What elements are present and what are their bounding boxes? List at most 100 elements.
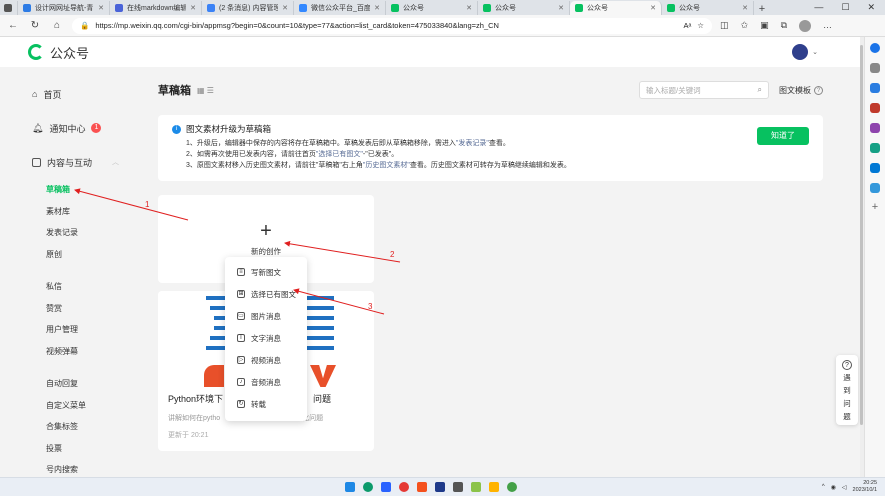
account-menu[interactable]: ⌄ — [792, 44, 818, 60]
browser-tab[interactable]: 在线markdown编辑 ✕ — [110, 1, 202, 15]
person-icon[interactable] — [870, 123, 880, 133]
history-material-link[interactable]: "历史图文素材" — [363, 162, 410, 169]
refresh-icon[interactable]: ↻ — [28, 20, 42, 31]
menu-item[interactable]: T 文字消息 — [225, 327, 307, 349]
view-toggle[interactable]: ▦ ☰ — [197, 86, 214, 95]
clock[interactable]: 20:25 2023/10/1 — [853, 480, 877, 494]
outlook-icon[interactable] — [870, 163, 880, 173]
add-icon[interactable]: + — [870, 202, 880, 213]
app-icon[interactable] — [435, 482, 445, 492]
publish-record-link[interactable]: "发表记录" — [456, 140, 489, 147]
close-tab-icon[interactable]: ✕ — [374, 4, 380, 12]
app-icon[interactable] — [399, 482, 409, 492]
sidebar-subitem[interactable]: 赞赏 — [0, 298, 150, 320]
maximize-icon[interactable]: ☐ — [841, 2, 849, 13]
sidebar-subitem[interactable]: 视频弹幕 — [0, 341, 150, 363]
browser-tab[interactable]: 公众号 ✕ — [478, 1, 570, 15]
browser-tab[interactable]: 微信公众平台_百度 ✕ — [294, 1, 386, 15]
more-icon[interactable]: … — [823, 20, 832, 32]
browser-tab[interactable]: 设计网网址导航-青 ✕ — [18, 1, 110, 15]
got-it-button[interactable]: 知道了 — [757, 127, 809, 145]
extensions-icon[interactable]: ⧉ — [781, 20, 787, 32]
chevron-up-icon[interactable]: ^ — [822, 484, 825, 490]
back-icon[interactable]: ← — [6, 20, 20, 31]
cover-orange-shape — [310, 365, 336, 387]
browser-tab[interactable]: 公众号 ✕ — [662, 1, 754, 15]
sidebar-subitem[interactable]: 发表记录 — [0, 222, 150, 244]
profile-avatar[interactable] — [799, 19, 812, 32]
sidebar-item-home[interactable]: ⌂ 首页 — [0, 77, 150, 111]
bing-chat-icon[interactable] — [870, 43, 880, 53]
close-tab-icon[interactable]: ✕ — [190, 4, 196, 12]
wechat-icon[interactable] — [507, 482, 517, 492]
app-icon[interactable] — [453, 482, 463, 492]
sidebar-subitem[interactable]: 合集标签 — [0, 416, 150, 438]
close-icon[interactable]: ✕ — [867, 2, 875, 13]
account-avatar[interactable] — [792, 44, 809, 60]
minimize-icon[interactable]: — — [814, 2, 823, 13]
sidebar-subitem[interactable]: 私信 — [0, 276, 150, 298]
menu-item[interactable]: ≡ 写新图文 — [225, 261, 307, 283]
start-icon[interactable] — [345, 482, 355, 492]
search-input[interactable]: 输入标题/关键词 ⌕ — [639, 81, 769, 99]
menu-item[interactable]: ▷ 视频消息 — [225, 349, 307, 371]
search-icon[interactable] — [870, 63, 880, 73]
logo[interactable]: 公众号 — [28, 43, 89, 62]
sidebar-subitem[interactable]: 素材库 — [0, 201, 150, 223]
favorite-star-icon[interactable]: ☆ — [697, 21, 704, 30]
sidebar-subitem[interactable]: 原创 — [0, 244, 150, 266]
browser-tab[interactable] — [0, 1, 18, 15]
close-tab-icon[interactable]: ✕ — [650, 4, 656, 12]
sidebar-subitem[interactable]: 草稿箱 — [0, 179, 150, 201]
menu-item[interactable]: ♪ 音频消息 — [225, 371, 307, 393]
sidebar-subitem[interactable]: 用户管理 — [0, 319, 150, 341]
chevron-up-icon[interactable]: ︿ — [112, 157, 119, 167]
home-icon[interactable]: ⌂ — [50, 20, 64, 31]
scrollbar-thumb[interactable] — [860, 45, 863, 425]
wechat-mp-page: 公众号 ⌄ ⌂ 首页 🔔︎ 通知中心 1 内容与互动 ︿ 草稿箱 素材库 发表记录原… — [0, 37, 860, 477]
menu-item[interactable]: ↻ 转载 — [225, 393, 307, 415]
url-text[interactable]: https://mp.weixin.qq.com/cgi-bin/appmsg?… — [95, 21, 677, 30]
new-tab-button[interactable]: + — [754, 3, 770, 15]
collections-icon[interactable]: ▣ — [760, 20, 769, 32]
tag-icon[interactable] — [870, 83, 880, 93]
grid-view-icon[interactable]: ▦ — [197, 86, 205, 95]
sidebar-item-content[interactable]: 内容与互动 ︿ — [0, 145, 150, 179]
volume-icon[interactable]: ◁ — [842, 484, 847, 491]
close-tab-icon[interactable]: ✕ — [98, 4, 104, 12]
close-tab-icon[interactable]: ✕ — [282, 4, 288, 12]
url-field[interactable]: 🔒 https://mp.weixin.qq.com/cgi-bin/appms… — [72, 17, 712, 34]
help-float-button[interactable]: ? 遇 到 问 题 — [836, 355, 858, 425]
network-icon[interactable]: ◉ — [831, 484, 836, 491]
close-tab-icon[interactable]: ✕ — [742, 4, 748, 12]
plus-icon[interactable]: + — [260, 221, 272, 241]
send-icon[interactable] — [870, 183, 880, 193]
read-aloud-icon[interactable]: Aᵃ — [683, 21, 691, 30]
browser-tab[interactable]: 公众号 ✕ — [570, 1, 662, 15]
sidebar-subitem[interactable]: 自动回复 — [0, 373, 150, 395]
close-tab-icon[interactable]: ✕ — [558, 4, 564, 12]
list-view-icon[interactable]: ☰ — [207, 86, 214, 95]
split-screen-icon[interactable]: ◫ — [720, 20, 729, 32]
menu-item[interactable]: ⊞ 选择已有图文 — [225, 283, 307, 305]
folder-icon[interactable] — [489, 482, 499, 492]
edge-icon[interactable] — [363, 482, 373, 492]
select-existing-link[interactable]: "选择已有图文" — [316, 151, 363, 158]
games-icon[interactable] — [870, 143, 880, 153]
toolbox-icon[interactable] — [870, 103, 880, 113]
menu-item[interactable]: ▭ 图片消息 — [225, 305, 307, 327]
close-tab-icon[interactable]: ✕ — [466, 4, 472, 12]
app-icon[interactable] — [417, 482, 427, 492]
search-icon[interactable]: ⌕ — [758, 85, 762, 95]
sidebar-subitem[interactable]: 自定义菜单 — [0, 395, 150, 417]
tab-actions-icon[interactable] — [4, 4, 12, 12]
favorites-icon[interactable]: ✩ — [741, 20, 749, 32]
help-icon[interactable]: ? — [814, 85, 823, 95]
browser-tab[interactable]: 公众号 ✕ — [386, 1, 478, 15]
app-icon[interactable] — [381, 482, 391, 492]
template-link[interactable]: 图文模板 ? — [779, 85, 823, 96]
app-icon[interactable] — [471, 482, 481, 492]
sidebar-item-notifications[interactable]: 🔔︎ 通知中心 1 — [0, 111, 150, 145]
browser-tab[interactable]: (2 条消息) 内容管理 ✕ — [202, 1, 294, 15]
sidebar-subitem[interactable]: 投票 — [0, 438, 150, 460]
